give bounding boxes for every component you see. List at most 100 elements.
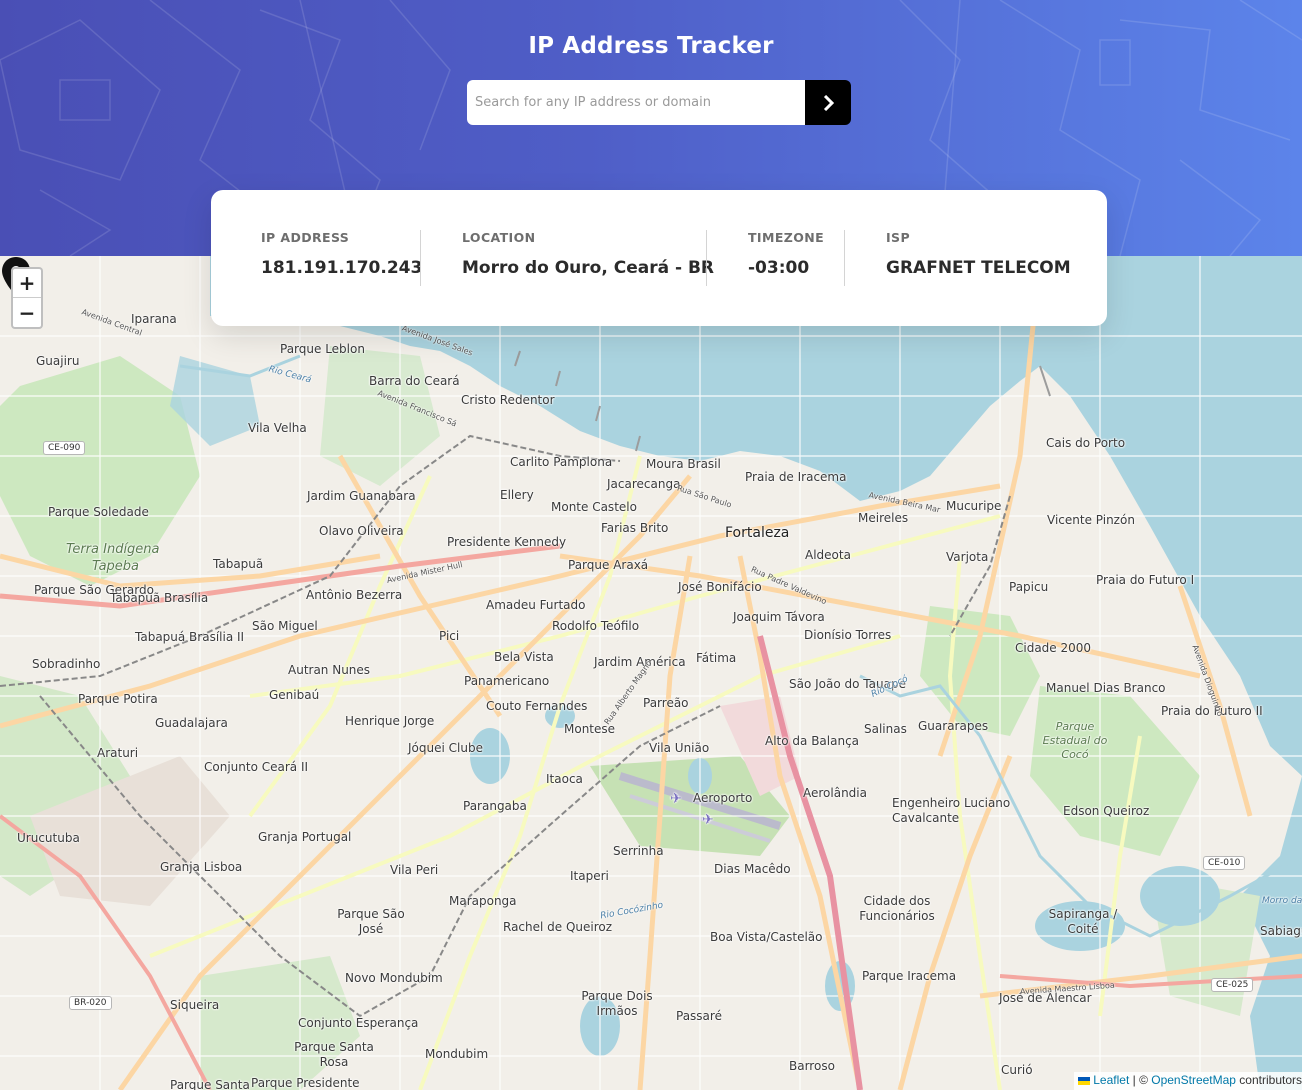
- map-tiles: [0, 256, 1302, 1090]
- place-label: Novo Mondubim: [345, 971, 443, 985]
- place-label: Aldeota: [805, 548, 851, 562]
- place-label: Parque Santa Rosa: [294, 1040, 374, 1069]
- map-attribution: Leaflet | © OpenStreetMap contributors: [1074, 1072, 1302, 1090]
- place-label: Parque Potira: [78, 692, 158, 706]
- place-label: Vila União: [649, 741, 710, 755]
- zoom-out-button[interactable]: −: [13, 298, 41, 327]
- place-label: Parque Santa: [170, 1078, 250, 1090]
- place-label: Praia do Futuro I: [1096, 573, 1195, 587]
- leaflet-link[interactable]: Leaflet: [1093, 1073, 1129, 1087]
- search-submit-button[interactable]: [805, 80, 851, 125]
- place-label: Guadalajara: [155, 716, 228, 730]
- place-label: Carlito Pamplona: [510, 455, 613, 469]
- search-input[interactable]: [467, 80, 805, 125]
- place-label: Meireles: [858, 511, 909, 525]
- place-label-park: Parque Estadual do Cocó: [1042, 720, 1108, 761]
- ip-info-card: IP ADDRESS 181.191.170.243 LOCATION Morr…: [211, 190, 1107, 326]
- place-label: Tabapuá Brasília II: [135, 630, 245, 644]
- place-label-reserve: Tapeba: [92, 559, 140, 574]
- zoom-in-button[interactable]: +: [13, 269, 41, 298]
- place-label: Jacarecanga: [607, 477, 681, 491]
- location-section: LOCATION Morro do Ouro, Ceará - BR: [462, 230, 714, 278]
- place-label: Alto da Balança: [765, 734, 860, 748]
- place-label: Edson Queiroz: [1063, 804, 1150, 818]
- place-label: Itaperi: [570, 869, 609, 883]
- place-label: Amadeu Furtado: [486, 598, 586, 612]
- place-label: Guajiru: [36, 354, 80, 368]
- place-label: Cristo Redentor: [461, 393, 555, 407]
- place-label: Ellery: [500, 488, 534, 502]
- place-label: Granja Portugal: [258, 830, 352, 844]
- place-label: Mucuripe: [946, 499, 1002, 513]
- place-label: Parangaba: [463, 799, 527, 813]
- page-title: IP Address Tracker: [528, 33, 774, 59]
- map-view[interactable]: Iparana Guajiru Parque Leblon Barra do C…: [0, 256, 1302, 1090]
- place-label: Couto Fernandes: [486, 699, 588, 713]
- place-label: Presidente Kennedy: [447, 535, 567, 549]
- place-label-city: Fortaleza: [725, 525, 790, 541]
- place-label: Rodolfo Teófilo: [552, 619, 640, 633]
- place-label: Parque Araxá: [568, 558, 649, 572]
- place-label: Parque Soledade: [48, 505, 149, 519]
- place-label: Moura Brasil: [646, 457, 721, 471]
- place-label: Conjunto Esperança: [298, 1016, 419, 1030]
- place-label: Parque São José: [337, 907, 405, 936]
- divider: [420, 230, 421, 286]
- place-label: Parreão: [643, 696, 689, 710]
- place-label: Panamericano: [464, 674, 550, 688]
- airport-icon: ✈: [702, 812, 714, 828]
- place-label: Jardim Guanabara: [307, 489, 416, 503]
- place-label: Fátima: [696, 651, 737, 665]
- place-label: Engenheiro Luciano Cavalcante: [892, 796, 1011, 825]
- place-label: Granja Lisboa: [160, 860, 243, 874]
- place-label: Curió: [1001, 1063, 1033, 1077]
- place-label: Genibaú: [269, 688, 320, 702]
- place-label: Urucutuba: [17, 831, 80, 845]
- attribution-text: contributors: [1235, 1073, 1302, 1087]
- divider: [844, 230, 845, 286]
- place-label: Tabapuã Brasília: [110, 591, 209, 605]
- airport-icon: ✈: [670, 791, 682, 807]
- place-label: Parque Presidente: [251, 1076, 360, 1090]
- place-label: Aeroporto: [693, 791, 753, 805]
- openstreetmap-link[interactable]: OpenStreetMap: [1151, 1073, 1236, 1087]
- route-shield: BR-020: [69, 996, 112, 1010]
- place-label: Vila Peri: [390, 863, 439, 877]
- search-bar: [467, 80, 851, 125]
- place-label: Praia de Iracema: [745, 470, 847, 484]
- place-label: Serrinha: [613, 844, 664, 858]
- place-label: Vila Velha: [248, 421, 307, 435]
- ukraine-flag-icon: [1078, 1076, 1091, 1085]
- place-label: Mondubim: [425, 1047, 489, 1061]
- place-label: São Miguel: [252, 619, 318, 633]
- place-label: Joaquim Távora: [733, 610, 825, 624]
- place-label: Rachel de Queiroz: [503, 920, 613, 934]
- place-label: Papicu: [1009, 580, 1049, 594]
- attribution-separator: | ©: [1129, 1073, 1152, 1087]
- chevron-right-icon: [823, 94, 834, 111]
- place-label: Cidade dos Funcionários: [859, 894, 935, 923]
- place-label: Dias Macêdo: [714, 862, 791, 876]
- place-label: Olavo Oliveira: [319, 524, 404, 538]
- location-label: LOCATION: [462, 230, 536, 245]
- place-label: Monte Castelo: [551, 500, 637, 514]
- ip-address-value: 181.191.170.243: [261, 258, 423, 278]
- place-label: Tabapuã: [213, 557, 264, 571]
- place-label: Cais do Porto: [1046, 436, 1126, 450]
- ip-address-label: IP ADDRESS: [261, 230, 350, 245]
- place-label: Siqueira: [170, 998, 220, 1012]
- place-label: Araturi: [97, 746, 139, 760]
- place-label: Boa Vista/Castelão: [710, 930, 823, 944]
- place-label: Parque Iracema: [862, 969, 957, 983]
- place-label: José Bonifácio: [678, 580, 762, 594]
- place-label: Manuel Dias Branco: [1046, 681, 1166, 695]
- zoom-control: + −: [11, 267, 43, 329]
- place-label: Itaoca: [546, 772, 583, 786]
- place-label: Parque Dois Irmãos: [581, 989, 653, 1018]
- isp-label: ISP: [886, 230, 911, 245]
- place-label: Dionísio Torres: [804, 628, 892, 642]
- place-label: Morro da Boleia: [1262, 896, 1302, 906]
- place-label: Vicente Pinzón: [1047, 513, 1135, 527]
- isp-value: GRAFNET TELECOM: [886, 258, 1071, 278]
- route-shield: CE-025: [1211, 978, 1254, 992]
